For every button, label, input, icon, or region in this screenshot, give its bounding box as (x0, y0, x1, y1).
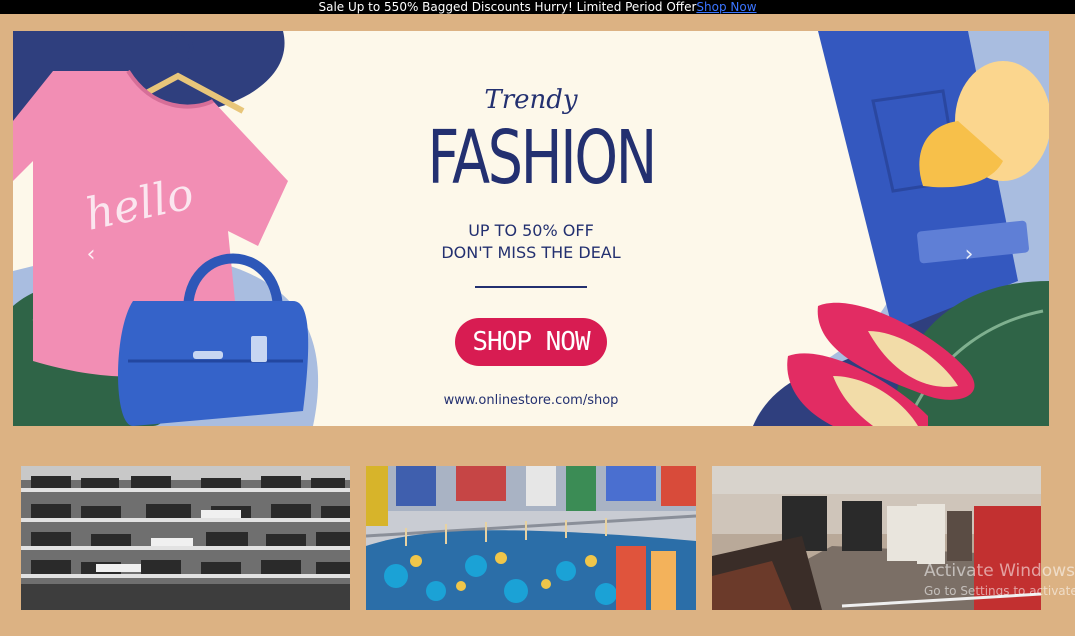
hero-offer-line-1: UP TO 50% OFF (468, 221, 594, 240)
hero-script-title: Trendy (484, 85, 578, 115)
hero-divider (475, 286, 587, 288)
hero-carousel: hello Trendy FASHION UP TO 50% OFF DON'T… (13, 31, 1049, 426)
hero-url: www.onlinestore.com/shop (443, 393, 619, 408)
hero-copy: Trendy FASHION UP TO 50% OFF DON'T MISS … (393, 31, 669, 426)
carousel-next-icon[interactable]: › (959, 243, 979, 267)
hero-shop-now-button[interactable]: SHOP NOW (455, 318, 607, 366)
clothing-rack-photo (366, 466, 696, 610)
hero-title: FASHION (427, 115, 658, 201)
promo-text: Sale Up to 550% Bagged Discounts Hurry! … (318, 0, 697, 14)
thumbnail-clothing-rack[interactable] (366, 466, 696, 610)
carousel-prev-icon[interactable]: ‹ (81, 243, 101, 267)
thumbnail-store-interior[interactable] (712, 466, 1041, 610)
promo-banner: Sale Up to 550% Bagged Discounts Hurry! … (0, 0, 1075, 14)
shop-now-link[interactable]: Shop Now (696, 0, 756, 14)
thumbnail-store-shelves[interactable] (21, 466, 350, 610)
store-shelves-photo (21, 466, 350, 610)
store-interior-photo (712, 466, 1041, 610)
hero-offer-line-2: DON'T MISS THE DEAL (441, 243, 621, 262)
